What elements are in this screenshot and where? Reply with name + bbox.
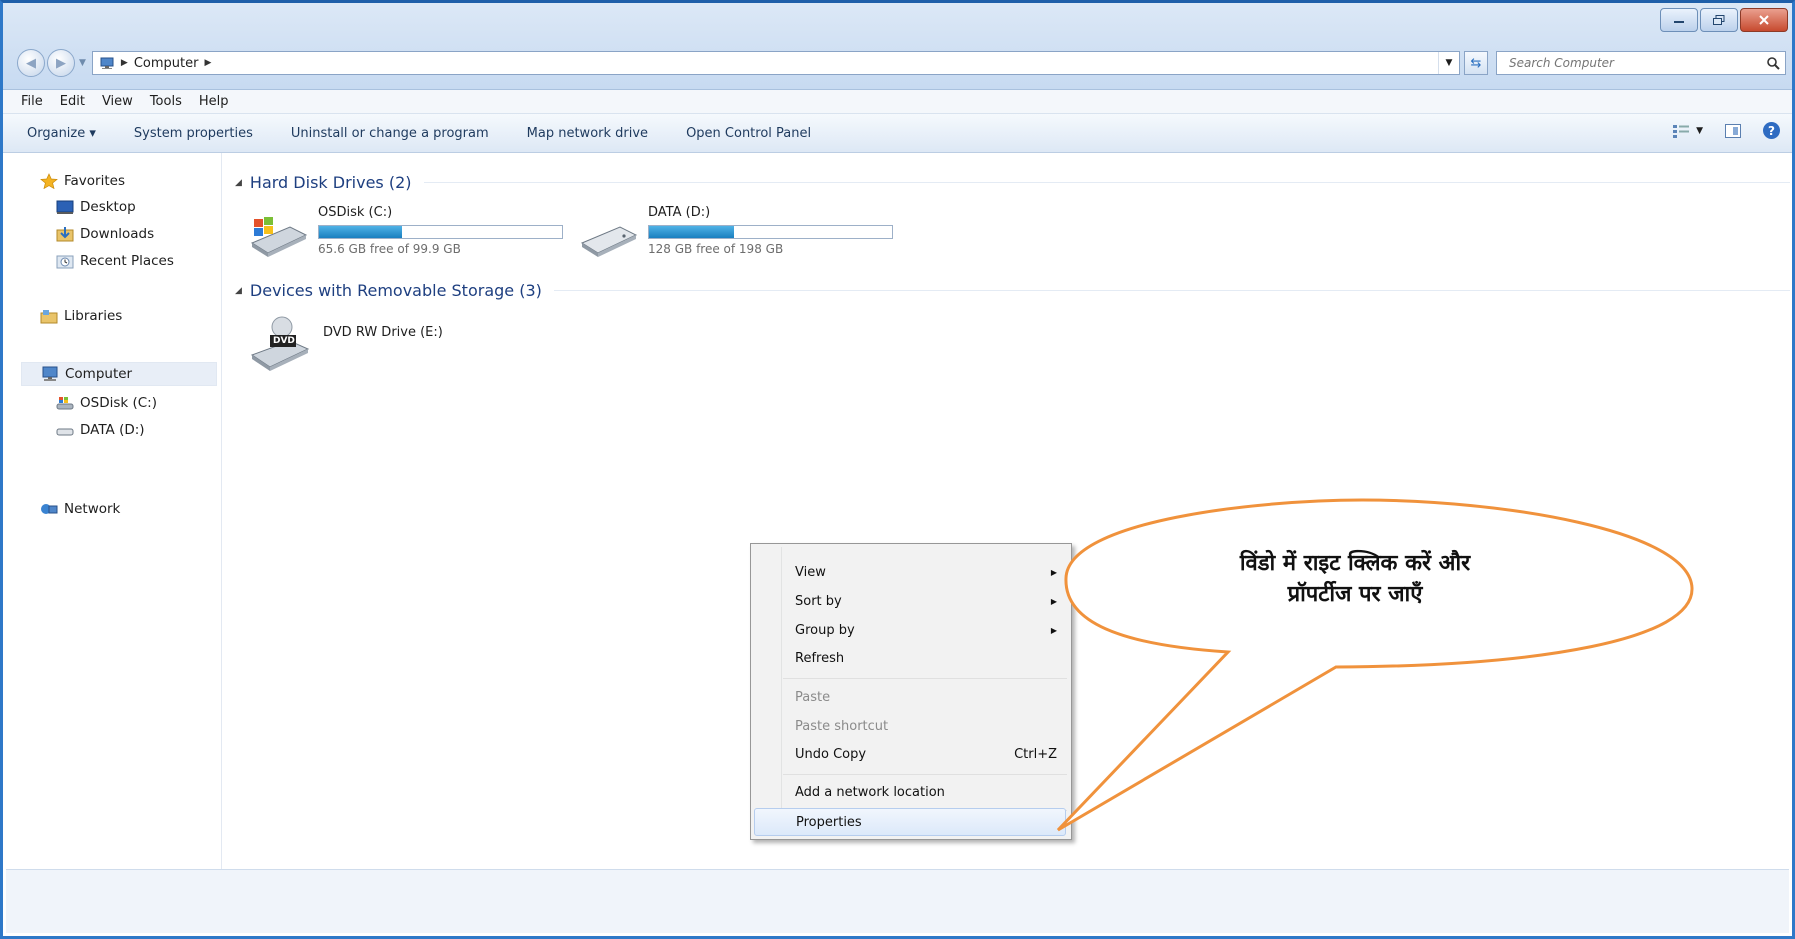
callout-text: विंडो में राइट क्लिक करें और प्रॉपर्टीज … [1110, 548, 1600, 610]
callout-line-2: प्रॉपर्टीज पर जाएँ [1287, 582, 1423, 607]
callout-bubble [1056, 498, 1694, 832]
callout-line-1: विंडो में राइट क्लिक करें और [1239, 551, 1471, 576]
